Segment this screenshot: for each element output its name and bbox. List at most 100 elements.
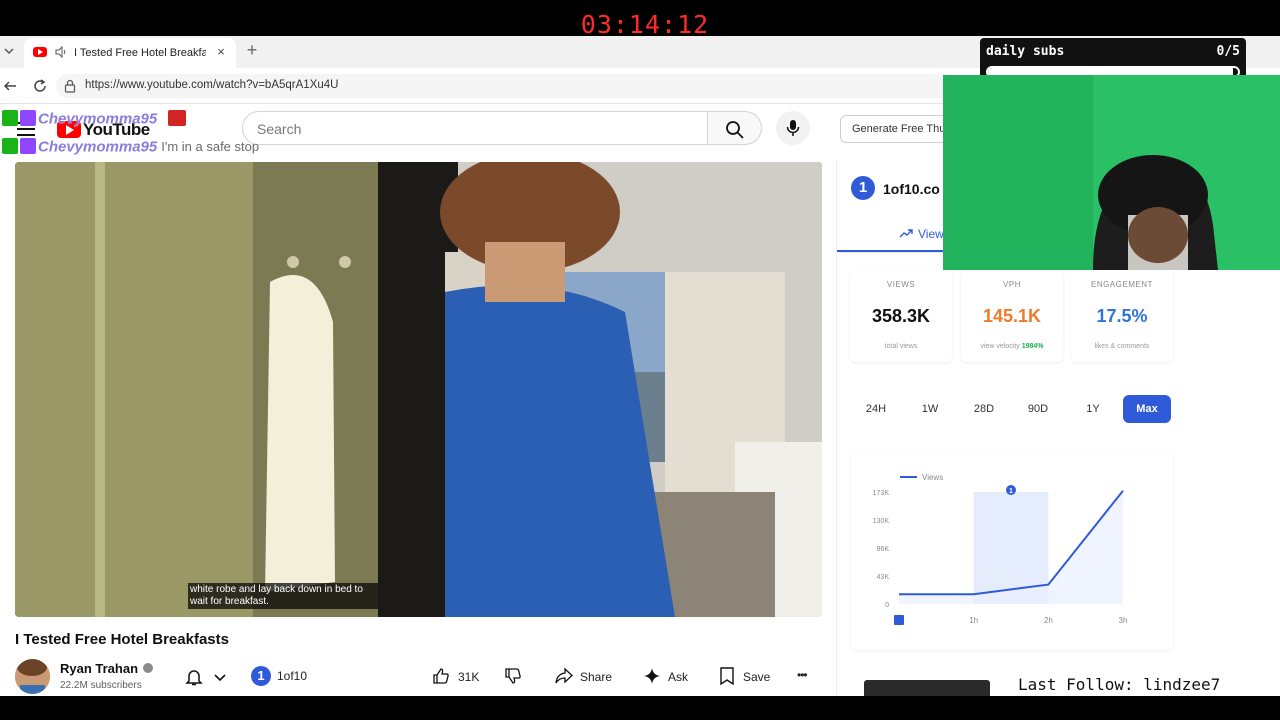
- stat-label: ENGAGEMENT: [1091, 280, 1153, 289]
- chat-message: Chevymomma95 I'm in a safe stop: [2, 137, 260, 158]
- chart-marker-label: 1: [1009, 488, 1013, 495]
- browser-tab[interactable]: I Tested Free Hotel Breakfasts ×: [24, 38, 236, 68]
- url-text: https://www.youtube.com/watch?v=bA5qrA1X…: [85, 79, 339, 91]
- range-90d[interactable]: 90D: [1014, 395, 1062, 423]
- daily-subs-count: 0/5: [1216, 44, 1240, 59]
- panel-title: 1of10.co: [883, 181, 940, 197]
- stat-card-views: VIEWS 358.3K total views: [850, 270, 952, 362]
- chat-badge-icon: [20, 109, 36, 126]
- stat-label: VIEWS: [886, 280, 916, 289]
- ask-label: Ask: [668, 670, 689, 684]
- channel-name[interactable]: Ryan Trahan: [60, 661, 138, 676]
- tab-views[interactable]: View: [918, 227, 944, 241]
- reload-icon[interactable]: [32, 78, 48, 94]
- sparkle-icon: [644, 668, 660, 684]
- search-icon: [726, 121, 744, 139]
- chat-message-text: I'm in a safe stop: [161, 139, 260, 155]
- webcam-image: [943, 75, 1280, 270]
- views-chart[interactable]: 0 43K 86K 130K 173K 1h 2h 3h Views 1: [851, 452, 1173, 650]
- chat-overlay: Chevymomma95 Chevymomma95 I'm in a safe s…: [2, 109, 312, 158]
- stat-value: 17.5%: [1096, 306, 1148, 326]
- stat-sub-wrap: view velocity 1984%: [961, 343, 1063, 350]
- stat-card-engagement: ENGAGEMENT 17.5% likes & comments: [1071, 270, 1173, 362]
- tab-title: I Tested Free Hotel Breakfasts: [74, 47, 206, 59]
- new-tab-button[interactable]: +: [244, 41, 260, 59]
- range-24h[interactable]: 24H: [852, 395, 900, 423]
- chevron-down-icon[interactable]: [213, 670, 227, 684]
- range-28d[interactable]: 28D: [960, 395, 1008, 423]
- range-max[interactable]: Max: [1123, 395, 1171, 423]
- chart-y-tick-label: 86K: [877, 546, 890, 553]
- tab-list-chevron-icon[interactable]: [2, 44, 16, 58]
- stat-sub: total views: [884, 343, 918, 350]
- stat-value: 145.1K: [982, 306, 1042, 326]
- share-icon: [555, 667, 573, 684]
- search-button[interactable]: [708, 111, 762, 145]
- speaker-icon[interactable]: [54, 45, 68, 59]
- 1of10-logo-icon: 1: [851, 176, 875, 200]
- bell-icon[interactable]: [184, 667, 204, 687]
- video-player[interactable]: [15, 162, 822, 617]
- chart-legend-label: Views: [922, 473, 943, 482]
- chat-username: Chevymomma95: [38, 138, 158, 156]
- chart-x-tick-label: 3h: [1119, 616, 1128, 625]
- last-follow-text: Last Follow: lindzee7: [1018, 675, 1221, 694]
- close-tab-icon[interactable]: ×: [214, 45, 228, 59]
- subscriber-count: 22.2M subscribers: [60, 680, 142, 691]
- voice-search-button[interactable]: [776, 111, 810, 145]
- save-label: Save: [743, 670, 771, 684]
- 1of10-label[interactable]: 1of10: [277, 669, 307, 683]
- share-button[interactable]: Share: [554, 666, 614, 688]
- more-actions-button[interactable]: •••: [797, 666, 819, 688]
- webcam-feed: [943, 75, 1280, 270]
- thumbs-down-icon[interactable]: [504, 667, 522, 685]
- chart-x-tick-label: 1h: [969, 616, 978, 625]
- daily-subs-title: daily subs: [986, 44, 1065, 59]
- chart-y-tick-label: 43K: [877, 574, 890, 581]
- stat-sub: view velocity: [980, 343, 1020, 350]
- chat-badge-icon: [2, 109, 18, 126]
- bottom-black-band: [0, 696, 1280, 720]
- share-label: Share: [580, 670, 613, 684]
- bookmark-icon: [720, 667, 734, 685]
- chat-message: Chevymomma95: [2, 109, 188, 130]
- site-info-icon[interactable]: [64, 79, 76, 93]
- chat-emote-icon: [167, 109, 186, 126]
- range-1y[interactable]: 1Y: [1069, 395, 1117, 423]
- ask-button[interactable]: Ask: [643, 666, 693, 688]
- avatar-image: [15, 659, 50, 694]
- video-title: I Tested Free Hotel Breakfasts: [15, 631, 229, 648]
- views-chart-card: 0 43K 86K 130K 173K 1h 2h 3h Views 1: [851, 452, 1173, 650]
- related-video-thumbnail[interactable]: [864, 680, 990, 696]
- chat-badge-icon: [2, 137, 18, 154]
- range-1w[interactable]: 1W: [906, 395, 954, 423]
- 1of10-badge-icon[interactable]: 1: [251, 666, 271, 686]
- chart-play-marker: [894, 615, 904, 625]
- like-button[interactable]: 31K: [432, 666, 482, 688]
- stat-label: VPH: [1003, 280, 1021, 289]
- stat-card-vph: VPH 145.1K view velocity 1984%: [961, 270, 1063, 362]
- chart-y-tick-label: 173K: [873, 490, 890, 497]
- video-caption: white robe and lay back down in bed to w…: [188, 583, 378, 609]
- generate-thumbnail-button[interactable]: Generate Free Thu: [840, 115, 950, 143]
- chat-badge-icon: [20, 137, 36, 154]
- video-frame: [15, 162, 822, 617]
- chart-y-tick-label: 0: [885, 602, 889, 609]
- back-arrow-icon[interactable]: [2, 78, 18, 94]
- save-button[interactable]: Save: [719, 666, 779, 688]
- verified-badge-icon: [143, 663, 153, 673]
- url-field[interactable]: https://www.youtube.com/watch?v=bA5qrA1X…: [56, 74, 956, 98]
- more-dots-icon: •••: [797, 668, 808, 682]
- generate-button-label: Generate Free Thu: [852, 123, 946, 135]
- screen: 03:14:12 I Tested Free Hotel Breakfasts …: [0, 0, 1280, 720]
- stream-timer: 03:14:12: [580, 10, 710, 39]
- youtube-favicon-icon: [33, 47, 47, 57]
- stat-sub-highlight: 1984%: [1021, 343, 1044, 350]
- stat-value: 358.3K: [871, 306, 931, 326]
- like-count: 31K: [458, 670, 480, 684]
- trend-up-icon: [899, 229, 913, 238]
- thumbs-up-icon: [433, 668, 449, 684]
- channel-avatar[interactable]: [15, 659, 50, 694]
- chat-username: Chevymomma95: [38, 110, 158, 128]
- chart-y-tick-label: 130K: [873, 518, 890, 525]
